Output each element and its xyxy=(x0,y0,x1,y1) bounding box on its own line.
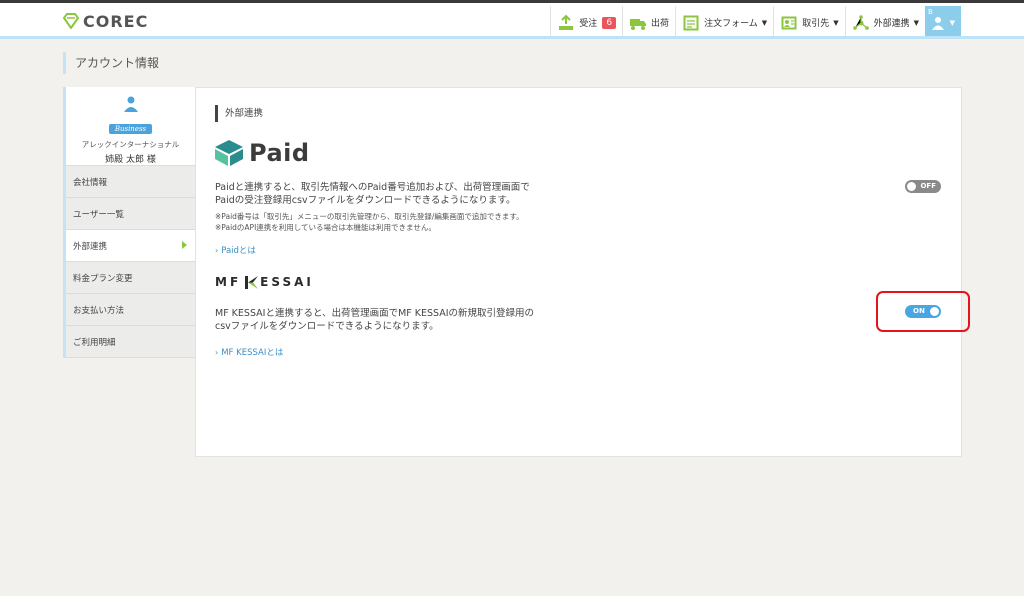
sidebar-item-label: 料金プラン変更 xyxy=(73,273,133,284)
paid-logo-icon xyxy=(215,140,243,166)
profile-card: Business アレックインターナショナル 姉殿 太郎 様 xyxy=(66,87,195,166)
toggle-knob xyxy=(907,182,916,191)
form-icon xyxy=(682,14,700,32)
contacts-icon xyxy=(780,14,798,32)
header-divider xyxy=(0,36,1024,39)
chevron-down-icon: ▼ xyxy=(913,18,919,27)
nav-orders[interactable]: 受注 6 xyxy=(550,6,622,39)
paid-note-line-1: ※Paid番号は「取引先」メニューの取引先管理から、取引先登録/編集画面で追加で… xyxy=(215,212,524,221)
sidebar-item-usage-details[interactable]: ご利用明細 xyxy=(66,326,195,358)
logo-text: COREC xyxy=(83,11,149,31)
paid-integration-toggle[interactable]: OFF xyxy=(905,180,941,193)
sidebar-item-users[interactable]: ユーザー一覧 xyxy=(66,198,195,230)
paid-description: Paidと連携すると、取引先情報へのPaid番号追加および、出荷管理画面で Pa… xyxy=(215,181,530,207)
section-title: 外部連携 xyxy=(215,105,263,122)
nav-shipping-label: 出荷 xyxy=(651,19,670,29)
sidebar-item-label: お支払い方法 xyxy=(73,305,125,316)
paid-about-link-text: Paidとは xyxy=(221,246,256,256)
paid-desc-line-2: Paidの受注登録用csvファイルをダウンロードできるようになります。 xyxy=(215,195,516,206)
page-title: アカウント情報 xyxy=(63,52,159,74)
nav-suppliers[interactable]: 取引先 ▼ xyxy=(773,6,844,39)
corec-logo[interactable]: COREC xyxy=(62,11,148,31)
sidebar-item-label: ユーザー一覧 xyxy=(73,209,124,220)
paid-logo: Paid xyxy=(215,139,310,167)
mf-logo-text-left: MF xyxy=(215,275,242,289)
chevron-down-icon: ▼ xyxy=(833,18,839,27)
mf-kessai-description: MF KESSAIと連携すると、出荷管理画面でMF KESSAIの新規取引登録用… xyxy=(215,307,534,333)
sidebar-item-label: ご利用明細 xyxy=(73,337,116,348)
nav-integrations[interactable]: 外部連携 ▼ xyxy=(844,6,925,39)
user-name: 姉殿 太郎 様 xyxy=(105,155,156,165)
user-menu-button[interactable]: B ▼ xyxy=(925,6,961,39)
sidebar-item-label: 外部連携 xyxy=(73,241,108,252)
user-avatar-icon xyxy=(66,96,195,116)
user-plan-letter: B xyxy=(928,8,933,16)
sidebar-item-integrations[interactable]: 外部連携 xyxy=(66,230,195,262)
header: COREC 受注 6 出荷 注文フォーム ▼ 取引先 ▼ 外部連携 ▼ B ▼ xyxy=(0,3,1024,39)
paid-about-link[interactable]: › Paidとは xyxy=(215,244,256,256)
chevron-down-icon: ▼ xyxy=(949,18,955,27)
orders-count-badge: 6 xyxy=(602,16,617,29)
plan-badge: Business xyxy=(108,124,153,134)
active-arrow-icon xyxy=(182,241,187,249)
nav-suppliers-label: 取引先 xyxy=(802,19,830,29)
sidebar-item-label: 会社情報 xyxy=(73,177,108,188)
mf-kessai-logo: MF ESSAI xyxy=(215,275,314,289)
toggle-state-label: OFF xyxy=(920,182,936,190)
mf-desc-line-2: csvファイルをダウンロードできるようになります。 xyxy=(215,321,439,332)
orders-icon xyxy=(557,14,575,32)
nav-orders-label: 受注 xyxy=(579,19,598,29)
company-name: アレックインターナショナル xyxy=(81,140,180,149)
mf-logo-text-right: ESSAI xyxy=(260,275,314,289)
mf-kessai-k-icon xyxy=(245,275,259,289)
paid-notes: ※Paid番号は「取引先」メニューの取引先管理から、取引先登録/編集画面で追加で… xyxy=(215,211,524,233)
nav-order-form-label: 注文フォーム xyxy=(704,19,758,29)
sidebar-item-payment-method[interactable]: お支払い方法 xyxy=(66,294,195,326)
paid-note-line-2: ※PaidのAPI連携を利用している場合は本機能は利用できません。 xyxy=(215,223,436,232)
user-icon xyxy=(931,14,946,32)
mf-kessai-about-link-text: MF KESSAIとは xyxy=(221,348,284,358)
network-icon xyxy=(852,14,870,32)
mf-kessai-about-link[interactable]: › MF KESSAIとは xyxy=(215,346,283,358)
top-nav: 受注 6 出荷 注文フォーム ▼ 取引先 ▼ 外部連携 ▼ B ▼ xyxy=(550,6,961,39)
mf-desc-line-1: MF KESSAIと連携すると、出荷管理画面でMF KESSAIの新規取引登録用… xyxy=(215,308,535,319)
chevron-right-icon: › xyxy=(215,246,219,255)
nav-shipping[interactable]: 出荷 xyxy=(622,6,675,39)
truck-icon xyxy=(629,14,647,32)
sidebar-item-plan-change[interactable]: 料金プラン変更 xyxy=(66,262,195,294)
paid-logo-text: Paid xyxy=(249,139,310,167)
integrations-panel: 外部連携 Paid Paidと連携すると、取引先情報へのPaid番号追加および、… xyxy=(195,87,962,457)
nav-order-form[interactable]: 注文フォーム ▼ xyxy=(675,6,773,39)
sidebar-item-company-info[interactable]: 会社情報 xyxy=(66,166,195,198)
account-sidebar: Business アレックインターナショナル 姉殿 太郎 様 会社情報 ユーザー… xyxy=(63,87,195,358)
corec-logo-icon xyxy=(62,13,80,29)
chevron-down-icon: ▼ xyxy=(761,18,768,27)
paid-desc-line-1: Paidと連携すると、取引先情報へのPaid番号追加および、出荷管理画面で xyxy=(215,182,530,193)
chevron-right-icon: › xyxy=(215,348,219,357)
highlight-box xyxy=(876,291,970,332)
nav-integrations-label: 外部連携 xyxy=(873,19,910,29)
